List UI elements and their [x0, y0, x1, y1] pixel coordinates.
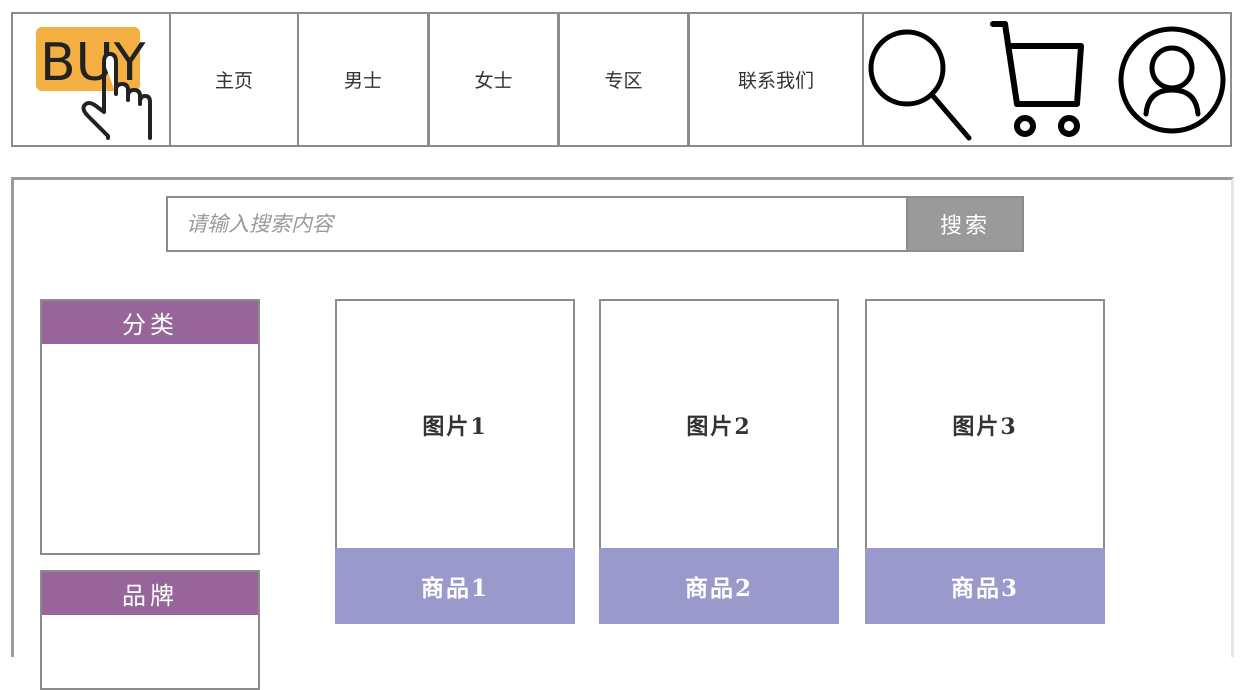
nav-men-label[interactable]: 男士	[344, 66, 382, 93]
search-icon[interactable]	[865, 16, 975, 144]
search-bar: 搜索	[166, 196, 1024, 252]
nav-contact-label[interactable]: 联系我们	[738, 66, 814, 93]
product-card-3[interactable]: 图片3 商品3	[865, 299, 1105, 624]
product-image-1[interactable]: 图片1	[335, 299, 575, 551]
nav-men[interactable]: 男士	[299, 14, 429, 145]
nav-women[interactable]: 女士	[429, 14, 559, 145]
product-image-3[interactable]: 图片3	[865, 299, 1105, 551]
category-panel: 分类	[40, 299, 260, 555]
product-card-2[interactable]: 图片2 商品2	[599, 299, 839, 624]
search-input[interactable]	[168, 198, 906, 250]
nav-special-label[interactable]: 专区	[604, 66, 642, 93]
nav-special[interactable]: 专区	[559, 14, 689, 145]
brand-title: 品牌	[42, 572, 258, 615]
product-name-1[interactable]: 商品1	[335, 548, 575, 624]
nav-contact[interactable]: 联系我们	[689, 14, 864, 145]
product-name-2[interactable]: 商品2	[599, 548, 839, 624]
product-image-2[interactable]: 图片2	[599, 299, 839, 551]
nav-home-label[interactable]: 主页	[215, 66, 253, 93]
top-navbar: BUY 主页 男士 女士 专区 联系我们	[11, 12, 1232, 147]
logo-cell[interactable]: BUY	[13, 14, 171, 145]
category-title: 分类	[42, 301, 258, 344]
product-name-3[interactable]: 商品3	[865, 548, 1105, 624]
buy-logo: BUY	[36, 26, 152, 140]
search-icon-button[interactable]	[864, 14, 976, 145]
user-icon[interactable]	[1116, 18, 1228, 142]
cart-icon-button[interactable]	[983, 14, 1093, 145]
brand-panel: 品牌	[40, 570, 260, 690]
nav-home[interactable]: 主页	[171, 14, 299, 145]
user-icon-button[interactable]	[1113, 14, 1231, 145]
nav-women-label[interactable]: 女士	[474, 66, 512, 93]
product-card-1[interactable]: 图片1 商品1	[335, 299, 575, 624]
search-button[interactable]: 搜索	[906, 196, 1024, 252]
main-content: 搜索 分类 品牌 图片1 商品1 图片2 商品2 图片3 商品3	[11, 177, 1234, 690]
logo-text: BUY	[40, 33, 146, 93]
cart-icon[interactable]	[985, 18, 1091, 142]
